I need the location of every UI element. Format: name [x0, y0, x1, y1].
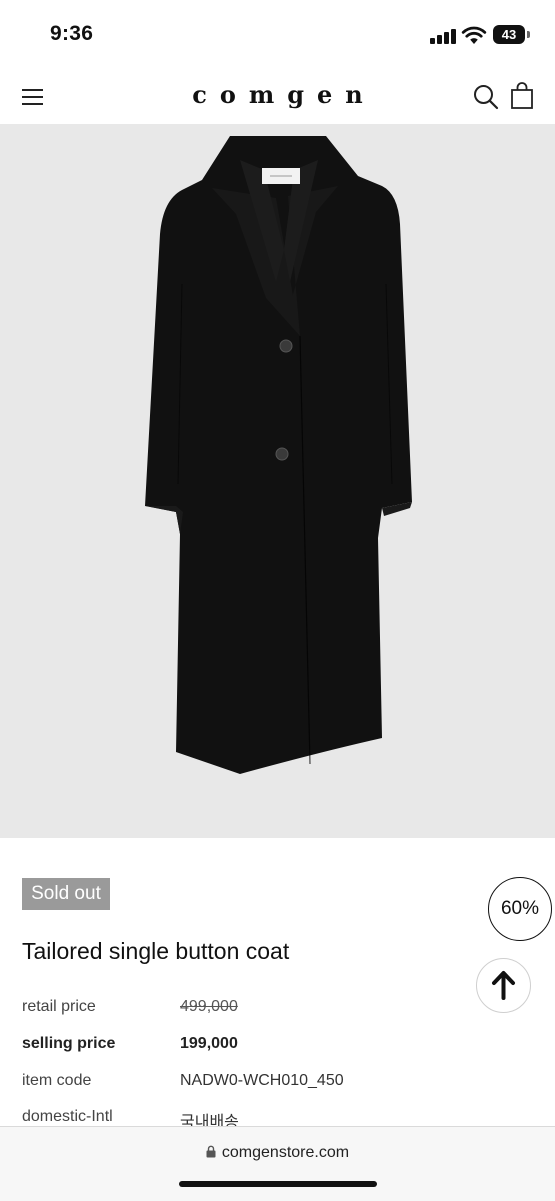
- arrow-up-icon: [492, 971, 515, 1000]
- product-image[interactable]: [0, 124, 555, 838]
- browser-address-bar[interactable]: comgenstore.com: [0, 1126, 555, 1201]
- cellular-signal-icon: [430, 28, 456, 44]
- retail-price-label: retail price: [22, 998, 96, 1015]
- wifi-icon: [461, 26, 487, 44]
- battery-cap: [527, 31, 530, 38]
- status-time: 9:36: [50, 22, 94, 45]
- coat-illustration: [145, 136, 412, 774]
- url-display[interactable]: comgenstore.com: [0, 1144, 555, 1162]
- site-header: comgen: [0, 70, 555, 124]
- selling-price-value: 199,000: [180, 1035, 238, 1052]
- shipping-label: domestic-Intl: [22, 1108, 113, 1125]
- lock-icon: [206, 1145, 216, 1158]
- sold-out-badge: Sold out: [22, 878, 110, 910]
- status-bar: 9:36 43: [0, 0, 555, 70]
- item-code-label: item code: [22, 1072, 92, 1089]
- site-logo[interactable]: comgen: [0, 80, 555, 109]
- retail-price-value: 499,000: [180, 998, 238, 1015]
- selling-price-label: selling price: [22, 1035, 116, 1052]
- product-title: Tailored single button coat: [22, 938, 290, 964]
- shopping-bag-icon[interactable]: [510, 82, 534, 110]
- battery-indicator: 43: [493, 25, 525, 44]
- item-code-value: NADW0-WCH010_450: [180, 1072, 344, 1089]
- zoom-indicator[interactable]: 60%: [488, 877, 552, 941]
- search-icon[interactable]: [473, 84, 499, 110]
- url-text: comgenstore.com: [221, 1144, 350, 1161]
- scroll-top-button[interactable]: [476, 958, 531, 1013]
- home-indicator: [179, 1181, 377, 1187]
